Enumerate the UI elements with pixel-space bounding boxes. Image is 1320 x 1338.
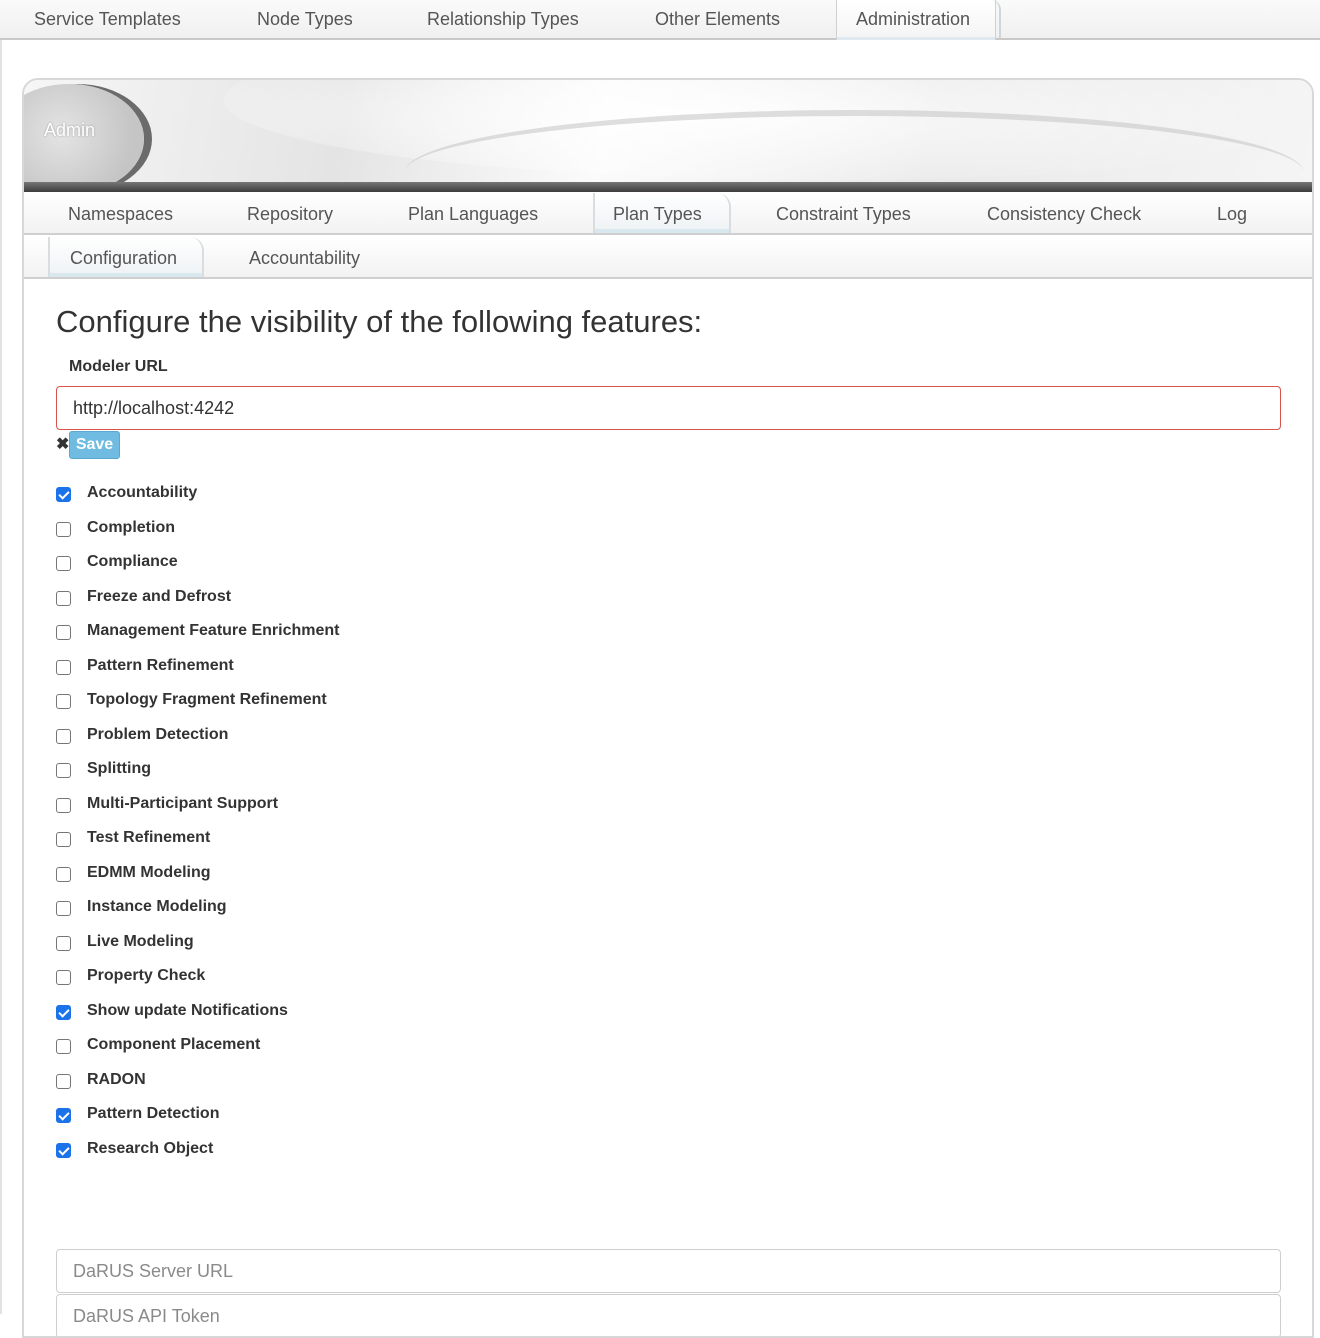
admin-tabs-row-2: Configuration Accountability	[24, 237, 1312, 279]
feature-checkbox[interactable]	[56, 763, 71, 778]
feature-label[interactable]: Completion	[87, 519, 175, 537]
feature-checkbox[interactable]	[56, 590, 71, 606]
feature-checkbox[interactable]	[56, 1073, 71, 1089]
banner-bar	[24, 182, 1312, 192]
feature-checkbox[interactable]	[56, 797, 71, 813]
feature-checkbox[interactable]	[56, 487, 71, 502]
banner-title: Admin	[44, 120, 96, 140]
feature-checkbox[interactable]	[56, 694, 71, 709]
tab-repository[interactable]: Repository	[247, 193, 333, 233]
admin-panel: Admin Namespaces Repository Plan Languag…	[22, 78, 1314, 1338]
feature-label[interactable]: Problem Detection	[87, 726, 228, 744]
feature-checkbox[interactable]	[56, 935, 71, 951]
feature-label[interactable]: Freeze and Defrost	[87, 588, 231, 606]
feature-label[interactable]: Pattern Refinement	[87, 657, 234, 675]
feature-checkbox[interactable]	[56, 901, 71, 916]
tab-plan-languages[interactable]: Plan Languages	[408, 193, 538, 233]
feature-checkbox[interactable]	[56, 1108, 71, 1123]
feature-label[interactable]: Accountability	[87, 484, 197, 502]
modeler-url-label: Modeler URL	[69, 358, 168, 375]
tab-other-elements[interactable]: Other Elements	[655, 0, 780, 40]
feature-label[interactable]: Pattern Detection	[87, 1105, 219, 1123]
feature-checkbox[interactable]	[56, 659, 71, 675]
feature-label[interactable]: EDMM Modeling	[87, 864, 211, 882]
feature-checkbox[interactable]	[56, 832, 71, 847]
feature-checkbox[interactable]	[56, 970, 71, 985]
tab-log[interactable]: Log	[1217, 193, 1247, 233]
admin-tabs-row-1: Namespaces Repository Plan Languages Pla…	[24, 193, 1312, 235]
feature-label[interactable]: Splitting	[87, 760, 151, 778]
page-left-border	[0, 40, 2, 1314]
tab-service-templates[interactable]: Service Templates	[34, 0, 181, 40]
page-title: Configure the visibility of the followin…	[56, 304, 703, 339]
tab-plan-types[interactable]: Plan Types	[593, 193, 731, 233]
feature-checkbox[interactable]	[56, 556, 71, 571]
tab-configuration[interactable]: Configuration	[48, 237, 204, 277]
darus-server-url-input[interactable]	[56, 1249, 1281, 1293]
feature-label[interactable]: Live Modeling	[87, 933, 194, 951]
feature-checkbox[interactable]	[56, 1039, 71, 1054]
feature-label[interactable]: Compliance	[87, 553, 178, 571]
modeler-url-input[interactable]	[56, 386, 1281, 430]
feature-label[interactable]: Multi-Participant Support	[87, 795, 278, 813]
tab-node-types[interactable]: Node Types	[257, 0, 353, 40]
feature-label[interactable]: Component Placement	[87, 1036, 260, 1054]
tab-constraint-types[interactable]: Constraint Types	[776, 193, 911, 233]
feature-label[interactable]: Property Check	[87, 967, 205, 985]
close-icon[interactable]: ✖	[56, 434, 69, 454]
feature-label[interactable]: Test Refinement	[87, 829, 210, 847]
top-navigation: Service Templates Node Types Relationshi…	[0, 0, 1320, 40]
feature-label[interactable]: Topology Fragment Refinement	[87, 691, 327, 709]
tab-relationship-types[interactable]: Relationship Types	[427, 0, 579, 40]
feature-checkbox[interactable]	[56, 1004, 71, 1020]
tab-administration[interactable]: Administration	[836, 0, 1001, 40]
tab-namespaces[interactable]: Namespaces	[68, 193, 173, 233]
feature-checkbox[interactable]	[56, 625, 71, 640]
darus-api-token-input[interactable]	[56, 1294, 1281, 1336]
tab-accountability[interactable]: Accountability	[249, 237, 360, 277]
feature-label[interactable]: Management Feature Enrichment	[87, 622, 340, 640]
tab-consistency-check[interactable]: Consistency Check	[987, 193, 1141, 233]
feature-label[interactable]: RADON	[87, 1071, 146, 1089]
feature-checkbox[interactable]	[56, 728, 71, 744]
feature-label[interactable]: Show update Notifications	[87, 1002, 288, 1020]
feature-label[interactable]: Instance Modeling	[87, 898, 227, 916]
feature-label[interactable]: Research Object	[87, 1140, 213, 1158]
feature-checkbox[interactable]	[56, 1142, 71, 1158]
save-button[interactable]: Save	[69, 431, 120, 459]
feature-checkbox[interactable]	[56, 866, 71, 882]
admin-banner: Admin	[24, 80, 1312, 192]
feature-checkbox[interactable]	[56, 521, 71, 537]
